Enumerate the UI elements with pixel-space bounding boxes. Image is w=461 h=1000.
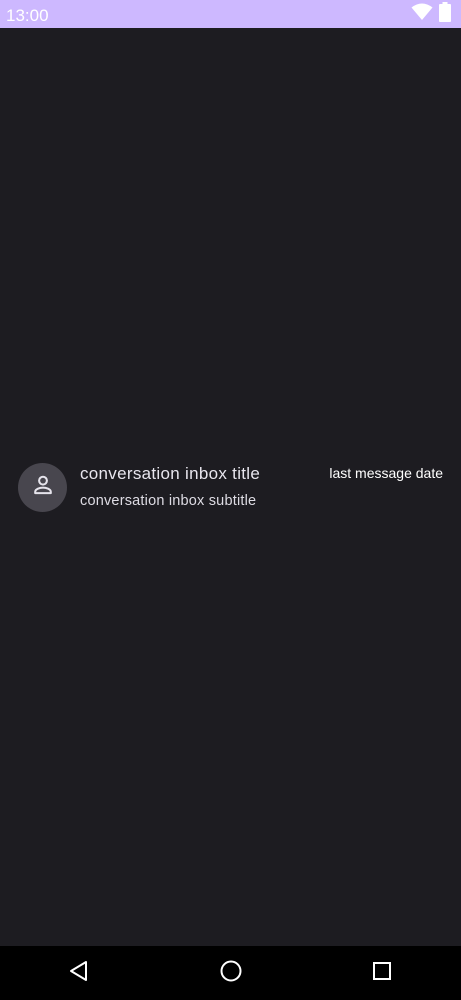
navigation-bar (0, 946, 461, 1000)
home-icon (219, 959, 243, 988)
status-icons (411, 1, 451, 27)
conversation-list: conversation inbox title conversation in… (0, 28, 461, 946)
recents-button[interactable] (369, 960, 395, 986)
back-button[interactable] (66, 960, 92, 986)
avatar (18, 463, 67, 512)
status-bar: 13:00 (0, 0, 461, 28)
home-button[interactable] (218, 960, 244, 986)
battery-icon (439, 1, 451, 27)
conversation-subtitle: conversation inbox subtitle (80, 493, 257, 509)
last-message-date: last message date (329, 465, 443, 481)
status-time: 13:00 (6, 6, 49, 25)
back-icon (69, 960, 89, 987)
recents-icon (372, 961, 392, 986)
conversation-item[interactable]: conversation inbox title conversation in… (0, 458, 461, 518)
wifi-icon (411, 3, 433, 26)
person-icon (30, 472, 56, 503)
screen: 13:00 conversation inbox title conversat… (0, 0, 461, 1000)
conversation-title: conversation inbox title (80, 464, 261, 483)
